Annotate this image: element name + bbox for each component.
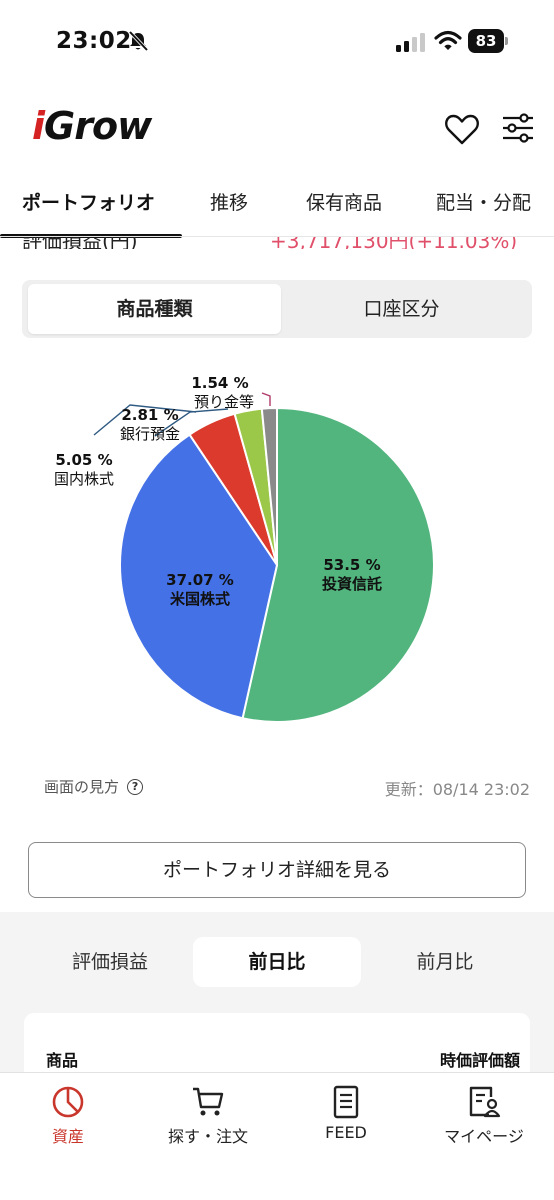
breakdown-segment-control: 商品種類 口座区分: [22, 280, 532, 338]
logo-rest: Grow: [44, 104, 152, 148]
cart-icon: [193, 1087, 224, 1116]
app-logo: iGrow: [32, 104, 152, 154]
bell-muted-icon: [128, 30, 149, 52]
profit-value: +3,717,130円(+11.03%): [270, 237, 518, 249]
pie-category-label-3: 銀行預金: [120, 425, 180, 443]
bottom-navigation: 資産 探す・注文 FEED マイページ: [0, 1072, 554, 1200]
question-circle-icon: ?: [127, 778, 144, 795]
battery-level: 83: [468, 29, 504, 53]
nav-assets[interactable]: 資産: [8, 1085, 128, 1147]
pie-svg: 53.5 %投資信託 37.07 %米国株式 5.05 %国内株式 2.81 %銀行預…: [54, 374, 435, 723]
pie-leader-line-4: [261, 392, 271, 406]
column-market-value: 時価評価額: [439, 1051, 520, 1070]
period-tab-monthly[interactable]: 前月比: [361, 937, 529, 987]
battery-indicator: 83: [468, 29, 508, 53]
period-tab-daily[interactable]: 前日比: [193, 937, 361, 987]
logo-i: i: [32, 104, 45, 148]
profile-icon: [469, 1086, 501, 1118]
pie-category-label-4: 預り金等: [194, 393, 254, 411]
pie-percent-label-4: 1.54 %: [191, 374, 248, 392]
profit-label: 評価損益(円): [22, 237, 138, 249]
tab-dividends[interactable]: 配当・分配: [436, 188, 531, 215]
status-time: 23:02: [56, 28, 132, 54]
nav-feed-label: FEED: [325, 1123, 367, 1142]
portfolio-detail-button[interactable]: ポートフォリオ詳細を見る: [28, 842, 526, 898]
portfolio-pie-chart: 53.5 % 投資信託 37.07 % 米国株式 5.05 % 国内株式 2.81 % 銀行預…: [0, 360, 554, 760]
pie-category-label-1: 米国株式: [170, 590, 230, 608]
nav-feed[interactable]: FEED: [286, 1085, 406, 1142]
nav-assets-label: 資産: [51, 1127, 84, 1146]
updated-timestamp: 更新：08/14 23:02: [384, 780, 530, 799]
period-tab-profit[interactable]: 評価損益: [26, 937, 194, 987]
nav-mypage-label: マイページ: [444, 1127, 524, 1146]
tab-holdings[interactable]: 保有商品: [306, 188, 382, 215]
segment-account-type[interactable]: 口座区分: [275, 284, 528, 334]
wifi-icon: [434, 30, 462, 50]
pie-percent-label-1: 37.07 %: [166, 571, 234, 589]
signal-icon: [396, 33, 425, 52]
pie-chart-icon: [52, 1086, 84, 1118]
nav-mypage[interactable]: マイページ: [424, 1085, 544, 1147]
nav-search-order[interactable]: 探す・注文: [148, 1085, 268, 1147]
pie-percent-label-0: 53.5 %: [323, 556, 380, 574]
how-to-read-link[interactable]: 画面の見方 ?: [44, 776, 144, 797]
pie-category-label-0: 投資信託: [322, 575, 382, 593]
profit-summary-row: 評価損益(円) +3,717,130円(+11.03%): [0, 237, 554, 249]
holdings-section: 評価損益 前日比 前月比 商品 時価評価額: [0, 912, 554, 1093]
nav-search-order-label: 探す・注文: [167, 1127, 248, 1146]
how-to-read-label: 画面の見方: [44, 778, 120, 796]
pie-category-label-2: 国内株式: [54, 470, 114, 488]
column-product: 商品: [46, 1051, 79, 1070]
pie-percent-label-2: 5.05 %: [55, 451, 112, 469]
favorite-heart-icon[interactable]: [444, 112, 480, 146]
tab-history[interactable]: 推移: [210, 188, 248, 215]
status-bar: 23:02 83: [0, 0, 554, 84]
main-tabs: ポートフォリオ 推移 保有商品 配当・分配: [0, 180, 554, 238]
segment-product-type[interactable]: 商品種類: [28, 284, 281, 334]
pie-percent-label-3: 2.81 %: [121, 406, 178, 424]
feed-icon: [333, 1085, 359, 1119]
battery-cap: [505, 37, 508, 45]
tab-portfolio[interactable]: ポートフォリオ: [22, 188, 155, 215]
settings-sliders-icon[interactable]: [500, 110, 536, 146]
